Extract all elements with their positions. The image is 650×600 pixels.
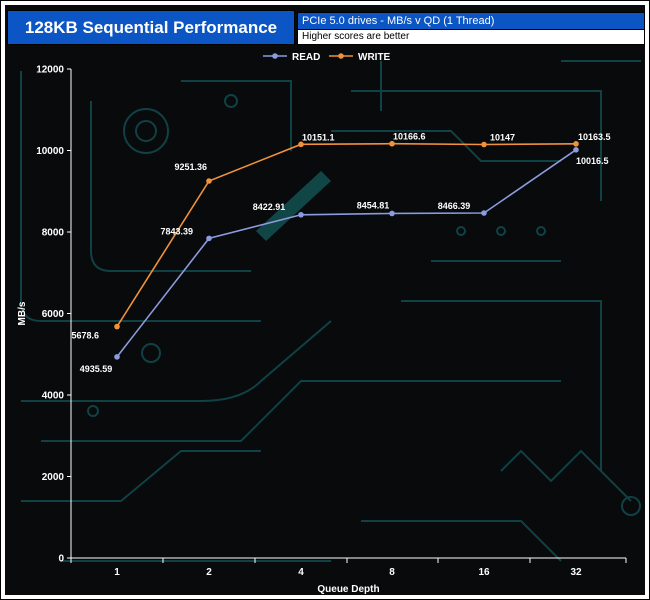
write-point: [481, 141, 487, 148]
x-tick-label: 8: [389, 567, 395, 578]
read-data-label: 8454.81: [357, 200, 390, 210]
y-tick-label: 12000: [36, 65, 64, 76]
read-point: [298, 211, 304, 218]
write-data-label: 10166.6: [393, 132, 426, 142]
read-point: [389, 210, 395, 217]
read-data-label: 7843.39: [160, 226, 193, 236]
y-tick-label: 2000: [42, 472, 65, 483]
write-point: [114, 323, 120, 330]
chart-canvas: 0 2000 4000 6000 8000 10000 12000 1 2 4 8 16 32 Queue…: [5, 5, 645, 595]
chart-subtitle: PCIe 5.0 drives - MB/s v QD (1 Thread): [298, 13, 644, 29]
write-point: [206, 178, 212, 184]
write-point: [389, 140, 395, 147]
legend-write-marker: [338, 53, 344, 59]
y-tick-label: 0: [58, 554, 64, 565]
chart-frame: 0 2000 4000 6000 8000 10000 12000 1 2 4 8 16 32 Queue…: [0, 0, 650, 600]
write-point: [298, 141, 304, 148]
read-point: [206, 235, 212, 242]
y-tick-label: 10000: [36, 146, 64, 157]
read-point: [481, 210, 487, 216]
chart-title: 128KB Sequential Performance: [7, 10, 295, 45]
read-data-label: 8422.91: [253, 202, 286, 212]
x-axis-title: Queue Depth: [317, 584, 379, 595]
x-tick-label: 2: [206, 567, 212, 578]
write-data-label: 5678.6: [71, 331, 99, 341]
y-tick-label: 6000: [42, 309, 65, 320]
y-tick-label: 8000: [42, 228, 65, 239]
y-axis-title: MB/s: [17, 301, 28, 325]
read-point: [573, 147, 579, 153]
read-data-label: 4935.59: [80, 364, 113, 374]
chart-subtitle-box: PCIe 5.0 drives - MB/s v QD (1 Thread) H…: [297, 12, 645, 45]
y-tick-label: 4000: [42, 391, 65, 402]
legend-read-label: READ: [292, 52, 320, 63]
x-tick-label: 4: [298, 567, 304, 578]
read-data-label: 10016.5: [576, 156, 609, 166]
write-data-label: 9251.36: [174, 162, 207, 172]
legend-write-label: WRITE: [358, 52, 391, 63]
x-tick-label: 1: [114, 567, 120, 578]
chart-note: Higher scores are better: [298, 29, 644, 44]
write-point: [573, 141, 579, 147]
x-tick-label: 16: [478, 567, 490, 578]
x-tick-label: 32: [570, 567, 582, 578]
write-data-label: 10151.1: [302, 132, 335, 142]
legend-read-marker: [272, 53, 278, 59]
read-data-label: 8466.39: [438, 201, 471, 211]
read-point: [114, 354, 120, 360]
write-data-label: 10163.5: [578, 132, 611, 142]
write-data-label: 10147: [490, 133, 515, 143]
